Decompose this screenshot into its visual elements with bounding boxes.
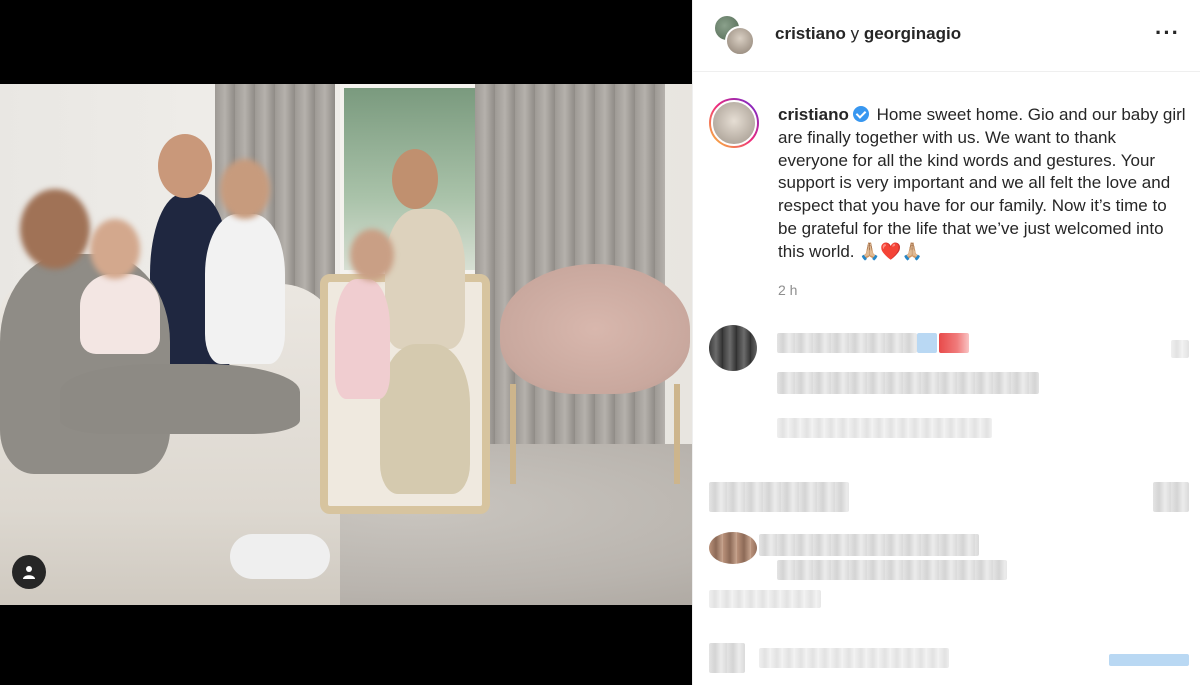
photo-person-boy — [205, 214, 285, 364]
comment-text-redacted — [777, 560, 1007, 580]
caption-avatar-image — [711, 100, 757, 146]
post-header: cristiano y georginagio ··· — [693, 0, 1200, 72]
comment-emoji-redacted — [917, 333, 937, 353]
photo-person-man-head — [392, 149, 438, 209]
comment-meta-redacted — [777, 418, 992, 438]
comment-text-redacted — [777, 372, 1039, 394]
comment-avatar[interactable] — [709, 325, 757, 371]
author-link-cristiano[interactable]: cristiano — [775, 24, 846, 43]
comment-like-icon[interactable] — [1171, 340, 1189, 358]
caption-body: cristiano Home sweet home. Gio and our b… — [778, 104, 1190, 264]
post-photo[interactable] — [0, 84, 692, 605]
photo-person-girl-left — [80, 274, 160, 354]
user-tag-button[interactable] — [12, 555, 46, 589]
post-media — [0, 0, 692, 685]
comment-link-redacted[interactable] — [1109, 654, 1189, 666]
verified-badge-icon — [852, 106, 869, 122]
comment-emoji-redacted — [939, 333, 969, 353]
comment-avatar[interactable] — [709, 643, 745, 673]
photo-person-teen-head — [20, 189, 90, 269]
photo-person-woman-head — [158, 134, 212, 198]
author-link-georginagio[interactable]: georginagio — [864, 24, 961, 43]
comment-username-redacted — [777, 333, 917, 353]
collab-avatars[interactable] — [713, 14, 757, 58]
photo-person-girl-left-head — [90, 219, 140, 279]
photo-person-girl-right — [335, 279, 390, 399]
photo-person-man — [385, 209, 465, 349]
caption-avatar[interactable] — [709, 98, 759, 148]
post-sidebar: cristiano y georginagio ··· cristiano Ho… — [692, 0, 1200, 685]
caption-username[interactable]: cristiano — [778, 105, 849, 124]
post-authors: cristiano y georginagio — [775, 24, 961, 44]
comment-meta-redacted — [709, 590, 821, 608]
post-timestamp[interactable]: 2 h — [778, 282, 797, 298]
photo-person-man-legs — [380, 344, 470, 494]
comment-like-icon[interactable] — [1153, 482, 1189, 512]
avatar-georginagio[interactable] — [725, 26, 755, 56]
comment-text-redacted — [759, 534, 979, 556]
photo-person-girl-right-head — [350, 229, 394, 281]
user-tag-icon — [23, 566, 35, 579]
comment-text-redacted — [759, 648, 949, 668]
photo-crib-stand — [510, 384, 680, 484]
authors-conjunction: y — [850, 24, 860, 43]
caption-text: Home sweet home. Gio and our baby girl a… — [778, 105, 1186, 261]
comment-row-redacted — [709, 482, 849, 512]
more-horizontal-icon: ··· — [1155, 20, 1180, 45]
comment-avatar[interactable] — [709, 532, 757, 564]
photo-person-teen-legs — [60, 364, 300, 434]
photo-sneaker — [230, 534, 330, 579]
more-options-button[interactable]: ··· — [1155, 22, 1180, 44]
photo-person-boy-head — [220, 159, 270, 219]
photo-crib — [500, 264, 690, 394]
